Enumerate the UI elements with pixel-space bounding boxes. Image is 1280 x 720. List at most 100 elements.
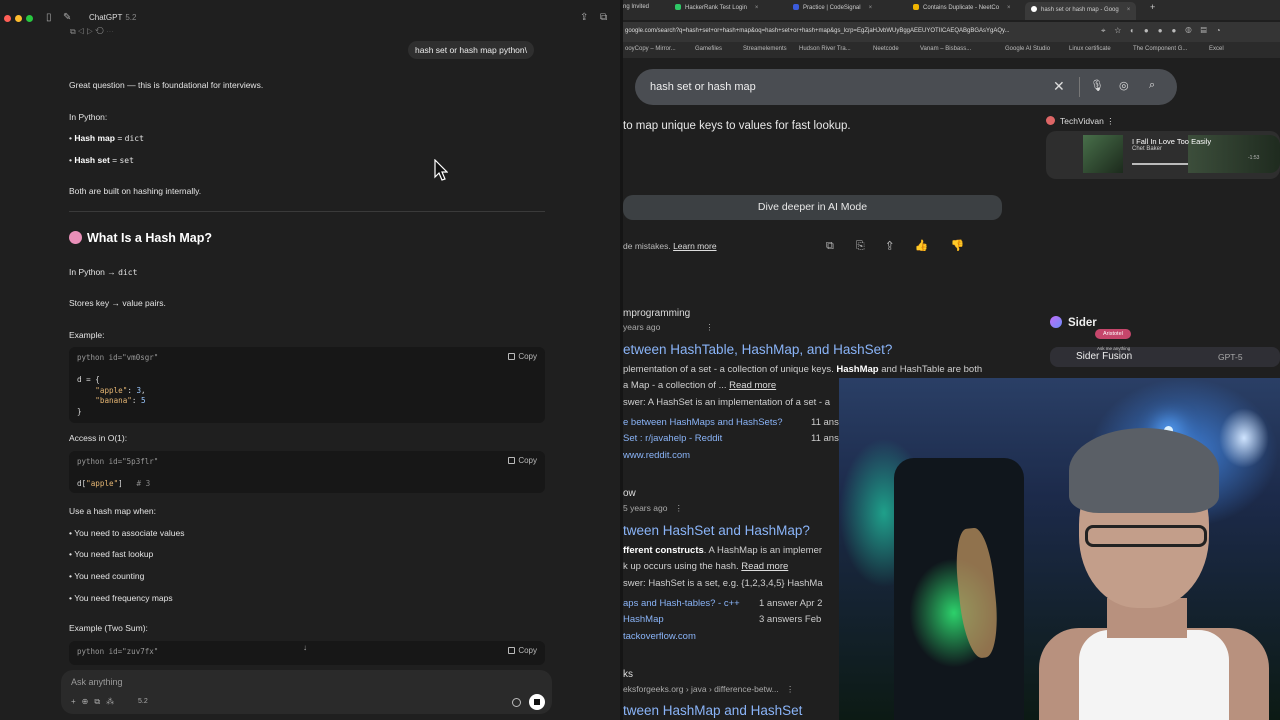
bookmark[interactable]: Neetcode — [873, 46, 899, 52]
bookmark[interactable]: The Component G... — [1133, 46, 1187, 52]
thumbs-up-icon[interactable]: 👍 — [915, 240, 951, 252]
google-search-box[interactable]: hash set or hash map ✕ 🎙 ◎ ⌕ — [635, 69, 1177, 105]
related-question-link[interactable]: Set : r/javahelp - Reddit — [623, 433, 722, 444]
result-title-link[interactable]: etween HashTable, HashMap, and HashSet? — [623, 342, 892, 357]
related-question-link[interactable]: e between HashMaps and HashSets? — [623, 417, 783, 428]
export-icon[interactable]: ⎘ — [856, 240, 887, 252]
address-bar[interactable]: google.com/search?q=hash+set+or+hash+map… — [623, 22, 1280, 42]
url-text[interactable]: google.com/search?q=hash+set+or+hash+map… — [625, 28, 1010, 34]
bookmark[interactable]: Linux certificate — [1069, 46, 1111, 52]
tab-codesignal[interactable]: Practice | CodeSignal × — [793, 4, 872, 11]
voice-search-icon[interactable]: 🎙 — [1090, 79, 1104, 92]
result-meta: 5 years ago ⋮ — [623, 503, 684, 513]
bookmark[interactable]: Gamefiles — [695, 46, 722, 52]
new-tab-button[interactable]: + — [1150, 2, 1155, 12]
message-actions-icon[interactable]: ⧉ ◁ ▷ ⟲ ⋯ — [70, 27, 114, 37]
search-icon[interactable]: ⌕ — [1149, 79, 1155, 92]
minimize-window-button[interactable] — [15, 15, 22, 22]
app-title[interactable]: ChatGPT 5.2 — [89, 13, 136, 22]
thumbs-down-icon[interactable]: 👎 — [951, 240, 987, 252]
new-chat-icon[interactable]: ✎ — [63, 12, 71, 23]
tab-neetcode[interactable]: Contains Duplicate - NeetCo × — [913, 4, 1011, 11]
lens-icon[interactable]: ◎ — [1119, 79, 1129, 92]
site-link[interactable]: www.reddit.com — [623, 450, 690, 461]
result-snippet: a Map - a collection of ... Read more — [623, 380, 777, 391]
composer-tools-icon[interactable]: +⊕⧉⁂ — [71, 697, 120, 707]
result-title-link[interactable]: tween HashMap and HashSet — [623, 703, 802, 718]
bookmark[interactable]: Hudson River Tra... — [799, 46, 851, 52]
result-source[interactable]: ow — [623, 488, 636, 499]
related-question-link[interactable]: HashMap — [623, 614, 664, 625]
user-message: hash set or hash map python\ — [408, 41, 534, 59]
composer[interactable]: Ask anything +⊕⧉⁂ 5.2 — [61, 670, 552, 714]
bookmark[interactable]: Vanam – Bisbass... — [920, 46, 971, 52]
bookmark[interactable]: Google AI Studio — [1005, 46, 1050, 52]
extension-icons[interactable]: ⌖☆◐●●●◍▤◔ — [1101, 26, 1230, 36]
code-content: d = { "apple": 3, "banana": 5 } — [77, 375, 146, 416]
tab-invited[interactable]: ng Invited — [623, 4, 649, 10]
result-source[interactable]: ks — [623, 669, 633, 680]
tab-hackerrank[interactable]: HackerRank Test Login × — [675, 4, 758, 11]
copy-button[interactable]: Copy — [508, 456, 537, 465]
clear-search-icon[interactable]: ✕ — [1053, 78, 1065, 95]
stores-text: Stores key → value pairs. — [69, 298, 166, 308]
copy-button[interactable]: Copy — [508, 646, 537, 655]
share-icon[interactable]: ⇪ — [887, 240, 915, 252]
ai-answer-text: to map unique keys to values for fast lo… — [623, 120, 851, 132]
gpt5-option[interactable]: GPT-5 — [1218, 352, 1243, 362]
bookmark[interactable]: Excel — [1209, 46, 1224, 52]
use-item: • You need frequency maps — [69, 593, 173, 603]
scroll-down-icon[interactable]: ↓ — [303, 643, 307, 652]
result-snippet: swer: A HashSet is an implementation of … — [623, 397, 830, 408]
composer-input[interactable]: Ask anything — [71, 677, 123, 687]
copy-icon[interactable]: ⧉ — [826, 240, 856, 252]
mic-icon[interactable] — [512, 698, 521, 707]
result-snippet: k up occurs using the hash. Read more — [623, 561, 789, 572]
copy-icon — [508, 457, 516, 464]
sider-model-selector[interactable]: Sider Fusion GPT-5 — [1050, 347, 1280, 367]
popout-icon[interactable]: ⧉ — [600, 12, 607, 23]
close-tab-icon[interactable]: × — [755, 5, 759, 11]
tank-top — [1079, 630, 1229, 720]
neetcode-icon — [913, 4, 919, 10]
stop-button[interactable] — [529, 694, 545, 710]
example-label: Example: — [69, 330, 105, 340]
sidebar-toggle-icon[interactable]: ▯ — [46, 12, 52, 23]
tab-google-search[interactable]: hash set or hash map - Goog × — [1025, 2, 1137, 20]
sider-badge: Aristotel — [1095, 329, 1131, 339]
model-selector[interactable]: 5.2 — [138, 698, 148, 705]
share-icon[interactable]: ⇪ — [580, 12, 588, 23]
progress-bar[interactable] — [1132, 163, 1188, 165]
song-artist: Chet Baker — [1132, 146, 1163, 152]
maximize-window-button[interactable] — [26, 15, 33, 22]
close-tab-icon[interactable]: × — [869, 5, 873, 11]
use-item: • You need fast lookup — [69, 549, 154, 559]
code-language-label: python id="vm0sgr" — [77, 353, 159, 362]
codesignal-icon — [793, 4, 799, 10]
tab-strip: ng Invited HackerRank Test Login × Practi… — [623, 0, 1280, 20]
close-tab-icon[interactable]: × — [1007, 5, 1011, 11]
result-source[interactable]: mprogramming — [623, 308, 690, 319]
sider-header[interactable]: Sider — [1050, 316, 1097, 329]
learn-more-link[interactable]: Learn more — [673, 241, 716, 251]
close-window-button[interactable] — [4, 15, 11, 22]
close-tab-icon[interactable]: × — [1127, 7, 1131, 13]
sider-fusion-option[interactable]: Sider Fusion — [1076, 351, 1132, 362]
site-link[interactable]: tackoverflow.com — [623, 631, 696, 642]
bookmark[interactable]: Streamelements — [743, 46, 787, 52]
result-title-link[interactable]: tween HashSet and HashMap? — [623, 523, 810, 538]
media-player-widget[interactable]: I Fall In Love Too Easily Chet Baker -1:… — [1046, 131, 1280, 179]
result-snippet: plementation of a set - a collection of … — [623, 364, 983, 375]
dive-deeper-button[interactable]: Dive deeper in AI Mode — [623, 195, 1002, 220]
song-title: I Fall In Love Too Easily — [1132, 137, 1212, 146]
search-query-input[interactable]: hash set or hash map — [650, 81, 756, 93]
section-divider — [69, 211, 545, 212]
hackerrank-icon — [675, 4, 681, 10]
related-question-link[interactable]: aps and Hash-tables? - c++ — [623, 598, 740, 609]
bookmark[interactable]: ooyCopy – Mirror... — [625, 46, 676, 52]
copy-button[interactable]: Copy — [508, 352, 537, 361]
read-more-link[interactable]: Read more — [729, 380, 776, 391]
read-more-link[interactable]: Read more — [741, 561, 788, 572]
beanie — [1069, 428, 1219, 513]
source-techvidvan[interactable]: TechVidvan ⋮ — [1046, 116, 1115, 127]
